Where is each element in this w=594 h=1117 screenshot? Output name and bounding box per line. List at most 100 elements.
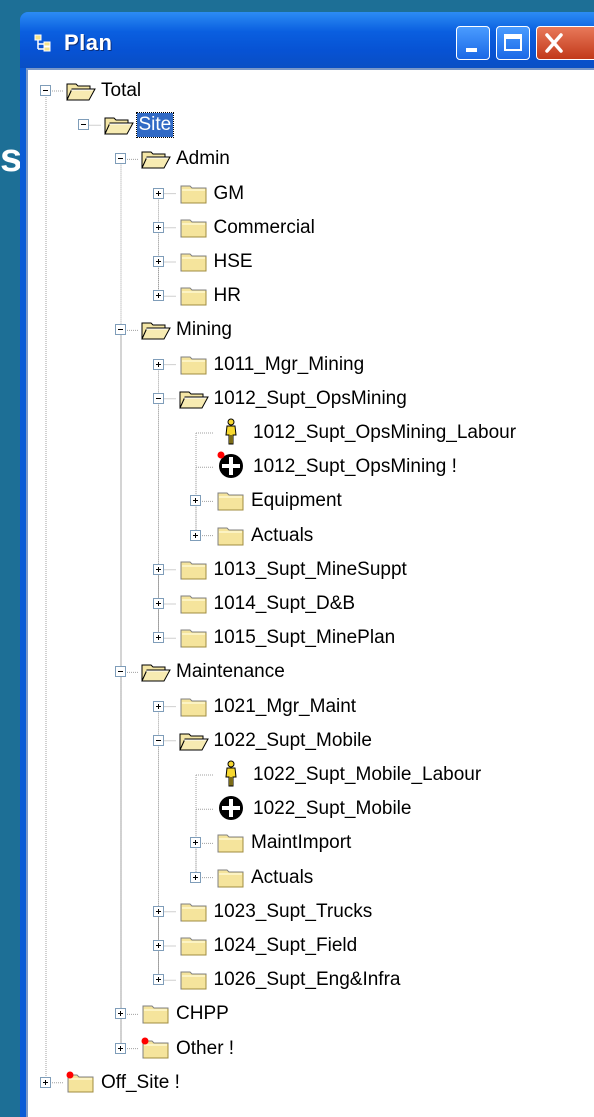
tree-node-label[interactable]: 1022_Supt_Mobile: [251, 797, 413, 821]
tree-node[interactable]: 1012_Supt_OpsMining !: [28, 451, 594, 480]
expand-button[interactable]: [152, 700, 164, 712]
expand-button[interactable]: [152, 256, 164, 267]
tree-node-label[interactable]: Maintenance: [174, 660, 287, 684]
tree-node-label[interactable]: 1026_Supt_Eng&Infra: [212, 968, 403, 992]
tree-node-label[interactable]: GM: [212, 182, 247, 206]
expand-button[interactable]: [115, 1008, 126, 1020]
expand-button[interactable]: [152, 358, 164, 370]
tree-view-icon: [34, 34, 51, 52]
tree-node[interactable]: HSE: [28, 249, 594, 275]
tree-node[interactable]: Mining: [28, 317, 594, 343]
tree-node[interactable]: 1023_Supt_Trucks: [28, 899, 594, 925]
collapse-button[interactable]: [152, 392, 164, 404]
tree-node[interactable]: 1012_Supt_OpsMining_Labour: [28, 418, 594, 446]
tree-node-label[interactable]: Mining: [174, 318, 234, 342]
tree-node-label[interactable]: Total: [99, 79, 143, 103]
expand-button[interactable]: [152, 187, 164, 199]
tree-node-label[interactable]: HSE: [212, 250, 255, 274]
tree-node[interactable]: 1015_Supt_MinePlan: [28, 625, 594, 651]
expand-button[interactable]: [190, 529, 201, 541]
tree-node[interactable]: Actuals: [28, 523, 594, 549]
tree-node-label[interactable]: Other !: [174, 1037, 236, 1061]
collapse-button[interactable]: [152, 734, 164, 746]
tree-node-label[interactable]: 1012_Supt_OpsMining !: [251, 455, 459, 479]
tree-node[interactable]: Actuals: [28, 865, 594, 891]
tree-node[interactable]: 1022_Supt_Mobile_Labour: [28, 760, 594, 788]
expand-button[interactable]: [152, 632, 164, 644]
tree-node[interactable]: 1026_Supt_Eng&Infra: [28, 967, 594, 993]
tree-node-label[interactable]: 1024_Supt_Field: [212, 934, 360, 958]
tree-node[interactable]: GM: [28, 181, 594, 207]
tree-node-label[interactable]: CHPP: [174, 1002, 231, 1026]
tree-node-label[interactable]: Actuals: [249, 524, 315, 548]
tree-node[interactable]: 1014_Supt_D&B: [28, 591, 594, 617]
tree-node[interactable]: Site: [28, 112, 594, 141]
folder-icon: [179, 250, 209, 278]
plus-icon: [193, 532, 198, 538]
plan-tree[interactable]: Total Site Admin GM Commercial HSE HR Mining 101…: [28, 70, 594, 1117]
folder-icon: [216, 866, 246, 894]
expand-button[interactable]: [152, 598, 164, 609]
close-button[interactable]: [536, 26, 594, 60]
expand-button[interactable]: [190, 871, 201, 883]
tree-node[interactable]: Off_Site !: [28, 1070, 594, 1096]
tree-node[interactable]: Maintenance: [28, 659, 594, 685]
tree-node[interactable]: Admin: [28, 146, 594, 172]
tree-node-label[interactable]: 1023_Supt_Trucks: [212, 900, 375, 924]
expand-button[interactable]: [190, 495, 201, 507]
tree-node[interactable]: 1022_Supt_Mobile: [28, 728, 594, 754]
expand-button[interactable]: [40, 1076, 51, 1088]
tree-node[interactable]: HR: [28, 283, 594, 309]
tree-node-label[interactable]: 1013_Supt_MineSuppt: [212, 558, 409, 582]
title-bar[interactable]: Plan: [20, 12, 594, 68]
expand-button[interactable]: [152, 563, 164, 575]
collapse-button[interactable]: [77, 119, 89, 131]
tree-node-label[interactable]: Site: [135, 112, 175, 139]
tree-node[interactable]: 1011_Mgr_Mining: [28, 352, 594, 378]
tree-node-label[interactable]: Commercial: [212, 216, 317, 240]
expand-button[interactable]: [190, 837, 201, 849]
tree-node-label[interactable]: Equipment: [249, 489, 344, 513]
tree-node-label[interactable]: 1011_Mgr_Mining: [212, 353, 367, 377]
tree-node-label[interactable]: Off_Site !: [99, 1071, 182, 1095]
expand-button[interactable]: [115, 1042, 126, 1054]
tree-node-label[interactable]: 1022_Supt_Mobile: [212, 729, 374, 753]
tree-node-label[interactable]: 1012_Supt_OpsMining_Labour: [251, 421, 518, 445]
tree-node-label[interactable]: Admin: [174, 147, 232, 171]
plus-icon: [193, 498, 198, 504]
tree-node-label[interactable]: 1014_Supt_D&B: [212, 592, 358, 616]
expand-button[interactable]: [152, 290, 164, 302]
tree-node[interactable]: 1012_Supt_OpsMining: [28, 386, 594, 412]
tree-panel[interactable]: Total Site Admin GM Commercial HSE HR Mining 101…: [26, 68, 594, 1117]
folder-icon: [66, 1071, 96, 1099]
expand-button[interactable]: [152, 974, 164, 986]
expand-button[interactable]: [152, 940, 164, 951]
tree-node[interactable]: CHPP: [28, 1001, 594, 1027]
tree-node-label[interactable]: 1021_Mgr_Maint: [212, 695, 359, 719]
maximize-button[interactable]: [496, 26, 530, 60]
tree-node[interactable]: Other !: [28, 1036, 594, 1062]
collapse-button[interactable]: [115, 153, 126, 165]
tree-node[interactable]: Commercial: [28, 215, 594, 241]
tree-node[interactable]: 1021_Mgr_Maint: [28, 694, 594, 720]
expand-button[interactable]: [152, 905, 164, 917]
minimize-button[interactable]: [456, 26, 490, 60]
plus-icon: [43, 1079, 48, 1085]
tree-node-label[interactable]: Actuals: [249, 866, 315, 890]
collapse-button[interactable]: [115, 666, 126, 678]
tree-node-label[interactable]: HR: [212, 284, 243, 308]
tree-node[interactable]: Equipment: [28, 488, 594, 514]
collapse-button[interactable]: [40, 85, 51, 96]
tree-node-label[interactable]: 1012_Supt_OpsMining: [212, 387, 409, 411]
folder-open-icon: [103, 113, 134, 141]
collapse-button[interactable]: [115, 324, 126, 336]
tree-node[interactable]: 1013_Supt_MineSuppt: [28, 557, 594, 583]
expand-button[interactable]: [152, 221, 164, 233]
tree-node[interactable]: Total: [28, 78, 594, 104]
tree-node[interactable]: 1024_Supt_Field: [28, 933, 594, 959]
tree-node-label[interactable]: 1015_Supt_MinePlan: [212, 626, 398, 650]
tree-node[interactable]: MaintImport: [28, 830, 594, 856]
tree-node-label[interactable]: MaintImport: [249, 831, 353, 855]
tree-node-label[interactable]: 1022_Supt_Mobile_Labour: [251, 763, 483, 787]
tree-node[interactable]: 1022_Supt_Mobile: [28, 796, 594, 822]
